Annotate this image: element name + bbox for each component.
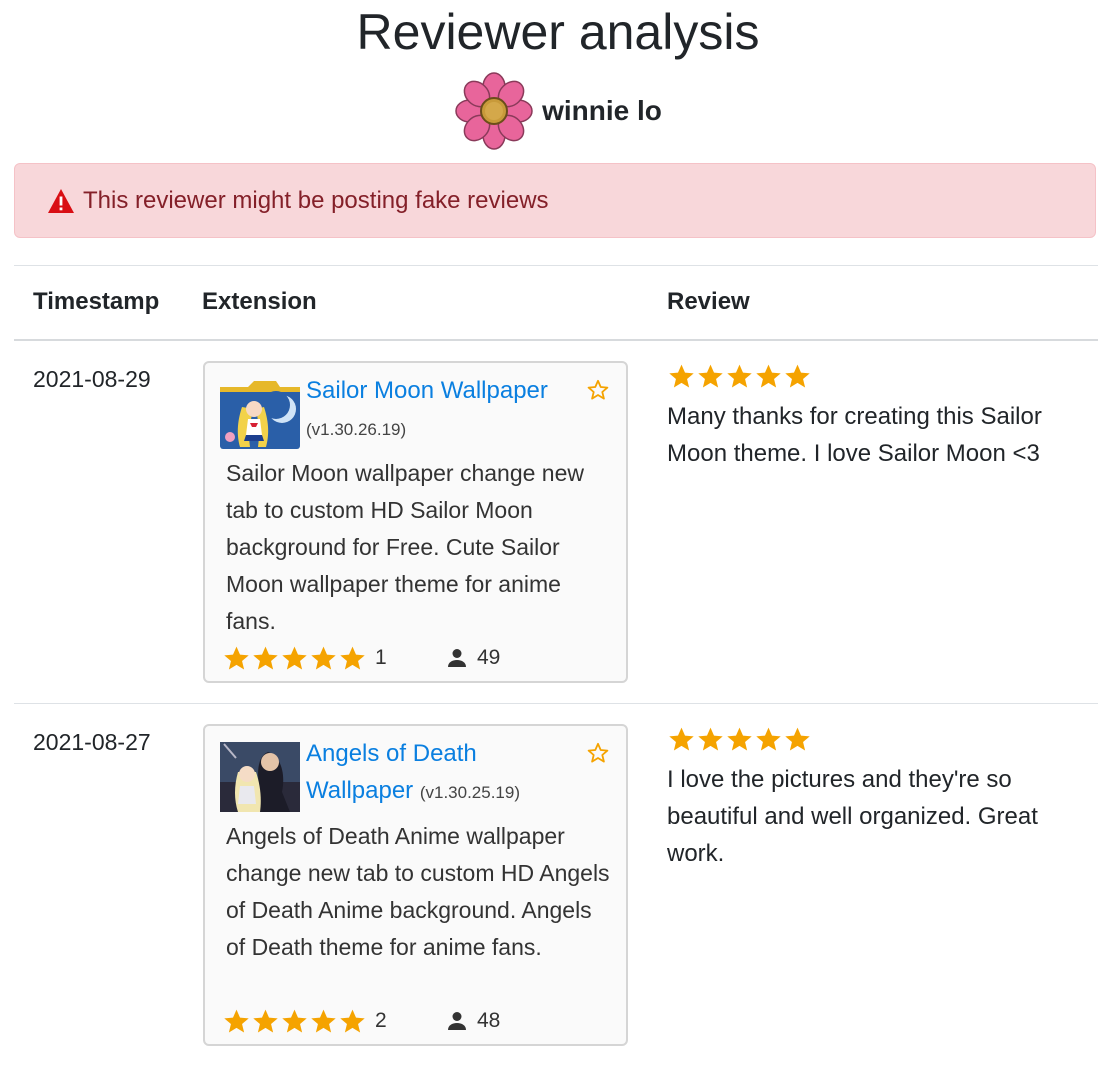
review-cell: I love the pictures and they're so beaut…: [667, 725, 1077, 872]
column-header-extension: Extension: [202, 288, 317, 315]
star-icon: [251, 1007, 280, 1036]
review-rating-stars: [667, 362, 1077, 394]
user-icon: [445, 646, 469, 670]
extension-version: (v1.30.25.19): [419, 783, 521, 802]
star-icon: [696, 362, 725, 391]
star-icon: [280, 644, 309, 673]
review-text: Many thanks for creating this Sailor Moo…: [667, 403, 1042, 467]
extension-name-link[interactable]: Angels of Death Wallpaper (v1.30.25.19): [306, 735, 576, 811]
review-rating-stars: [667, 725, 1077, 757]
star-icon: [222, 644, 251, 673]
column-header-timestamp: Timestamp: [33, 288, 160, 315]
user-icon: [445, 1009, 469, 1033]
extension-description: Sailor Moon wallpaper change new tab to …: [226, 460, 584, 634]
star-icon: [754, 362, 783, 391]
star-icon: [280, 1007, 309, 1036]
extension-stats: 2 48: [222, 1006, 500, 1036]
row-divider: [14, 703, 1098, 704]
header-divider: [14, 339, 1098, 341]
extension-rating-stars: [222, 644, 367, 673]
star-icon: [309, 644, 338, 673]
pink-flower-icon: [455, 72, 533, 150]
page-title: Reviewer analysis: [356, 4, 760, 60]
timestamp: 2021-08-27: [33, 729, 151, 755]
user-count: 49: [477, 646, 501, 669]
favorite-star-icon[interactable]: [586, 741, 610, 765]
extension-card: Angels of Death Wallpaper (v1.30.25.19) …: [203, 724, 628, 1046]
warning-triangle-icon: [48, 188, 74, 213]
star-icon: [251, 644, 280, 673]
divider: [14, 265, 1098, 266]
timestamp: 2021-08-29: [33, 366, 151, 392]
star-icon: [725, 725, 754, 754]
extension-rating-stars: [222, 1007, 367, 1036]
reviewer-header: winnie lo: [0, 70, 1116, 152]
extension-stats: 1 49: [222, 643, 500, 673]
star-icon: [754, 725, 783, 754]
star-icon: [725, 362, 754, 391]
angels-of-death-thumbnail[interactable]: [220, 742, 300, 812]
reviewer-name: winnie lo: [542, 95, 662, 126]
extension-version: (v1.30.26.19): [306, 420, 407, 439]
favorite-star-icon[interactable]: [586, 378, 610, 402]
star-icon: [309, 1007, 338, 1036]
star-icon: [783, 362, 812, 391]
star-icon: [667, 362, 696, 391]
extension-name-link[interactable]: Sailor Moon Wallpaper: [306, 372, 576, 409]
user-count: 48: [477, 1009, 501, 1032]
extension-description: Angels of Death Anime wallpaper change n…: [226, 823, 610, 960]
column-header-review: Review: [667, 288, 750, 315]
review-text: I love the pictures and they're so beaut…: [667, 766, 1038, 867]
rating-count: 2: [375, 1009, 387, 1032]
star-icon: [667, 725, 696, 754]
star-icon: [338, 1007, 367, 1036]
rating-count: 1: [375, 646, 387, 669]
star-icon: [338, 644, 367, 673]
star-icon: [696, 725, 725, 754]
star-icon: [222, 1007, 251, 1036]
alert-text: This reviewer might be posting fake revi…: [83, 186, 549, 214]
fake-review-alert: This reviewer might be posting fake revi…: [14, 163, 1096, 238]
star-icon: [783, 725, 812, 754]
sailor-moon-thumbnail[interactable]: [220, 379, 300, 449]
extension-card: Sailor Moon Wallpaper (v1.30.26.19) Sail…: [203, 361, 628, 683]
review-cell: Many thanks for creating this Sailor Moo…: [667, 362, 1077, 472]
